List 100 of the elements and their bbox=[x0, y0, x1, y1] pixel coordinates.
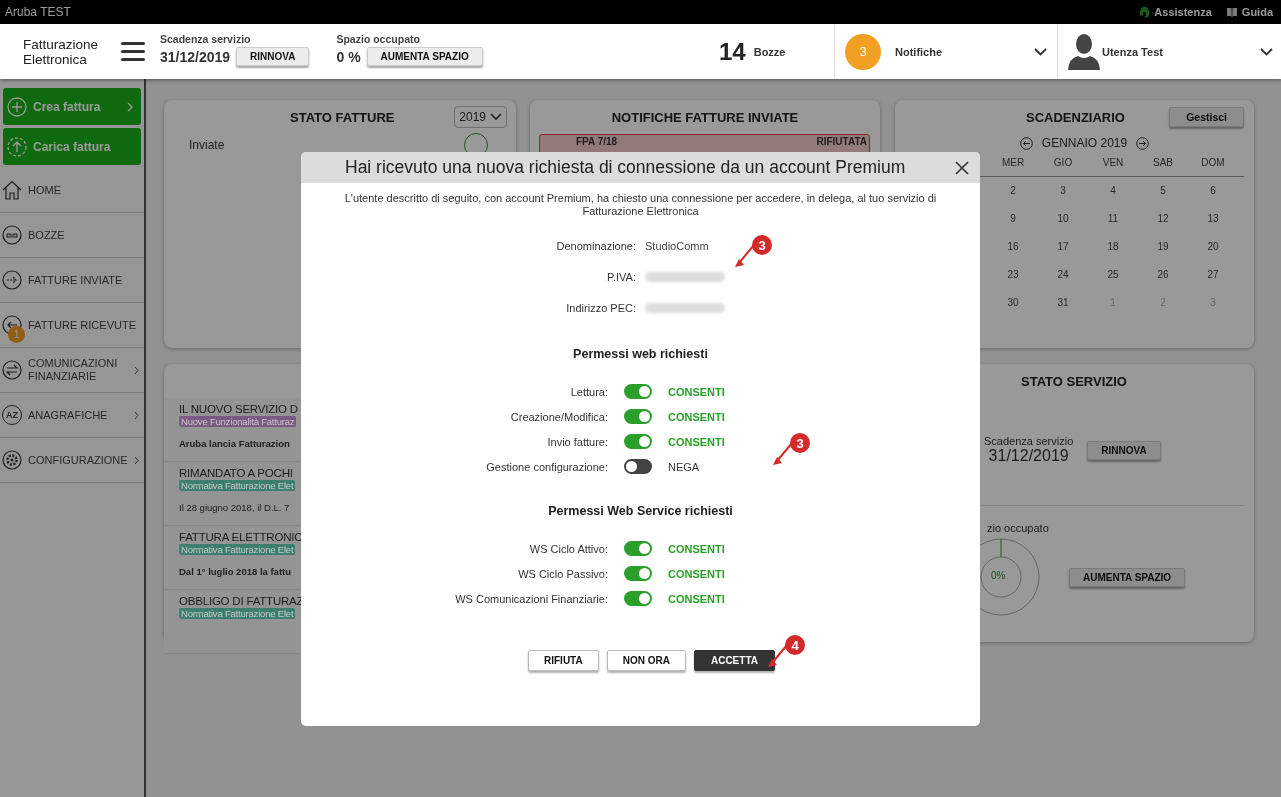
calendar-day[interactable]: 30 bbox=[988, 295, 1038, 323]
notification-count: 3 bbox=[845, 33, 881, 70]
top-link[interactable]: Guida bbox=[1225, 6, 1273, 18]
user-menu[interactable]: Utenza Test bbox=[1057, 24, 1281, 79]
calendar-day[interactable]: 10 bbox=[1038, 211, 1088, 239]
calendar-day[interactable]: 18 bbox=[1088, 239, 1138, 267]
news-title[interactable]: RIMANDATO A POCHI bbox=[179, 467, 293, 479]
calendar-day[interactable]: 2 bbox=[988, 183, 1038, 211]
calendar-day[interactable]: 9 bbox=[988, 211, 1038, 239]
toggle-switch[interactable] bbox=[624, 459, 652, 474]
chevron-down-icon bbox=[1034, 47, 1047, 56]
calendar-day[interactable]: 24 bbox=[1038, 267, 1088, 295]
weekday-label: DOM bbox=[1200, 157, 1226, 168]
dialog-button[interactable]: NON ORA bbox=[606, 650, 686, 671]
storage-label: Spazio occupato bbox=[336, 33, 421, 45]
news-title[interactable]: OBBLIGO DI FATTURAZ bbox=[179, 595, 304, 607]
tray-icon bbox=[2, 225, 22, 245]
permission-status: CONSENTI bbox=[668, 435, 726, 448]
toggle-switch[interactable] bbox=[624, 541, 652, 556]
calendar-day[interactable]: 31 bbox=[1038, 295, 1088, 323]
storage-value: 0 % bbox=[336, 48, 361, 65]
news-title[interactable]: IL NUOVO SERVIZIO D bbox=[179, 403, 298, 415]
next-month-icon[interactable] bbox=[1136, 136, 1150, 150]
count-badge: 1 bbox=[8, 326, 25, 343]
permission-label: Lettura: bbox=[569, 385, 608, 398]
settings-icon bbox=[2, 450, 22, 470]
calendar-day[interactable]: 17 bbox=[1038, 239, 1088, 267]
swap-icon bbox=[2, 360, 22, 380]
year-select[interactable]: 2019 bbox=[454, 106, 507, 128]
storage-label: zio occupato bbox=[986, 522, 1050, 534]
calendar-day[interactable]: 19 bbox=[1138, 239, 1188, 267]
toggle-switch[interactable] bbox=[624, 434, 652, 449]
permission-status: CONSENTI bbox=[668, 567, 726, 580]
calendar-day[interactable]: 13 bbox=[1188, 211, 1238, 239]
sidebar-item[interactable]: CONFIGURAZIONE bbox=[0, 438, 144, 483]
top-link[interactable]: Assistenza bbox=[1139, 6, 1212, 18]
notifications-label: Notifiche bbox=[895, 45, 944, 58]
expiry-date: 31/12/2019 bbox=[160, 48, 231, 65]
month-label: GENNAIO 2019 bbox=[1041, 136, 1128, 150]
manage-button[interactable]: Gestisci bbox=[1169, 107, 1244, 127]
user-name: Utenza Test bbox=[1102, 45, 1164, 58]
renew-button[interactable]: RINNOVA bbox=[1087, 440, 1161, 460]
calendar-day[interactable]: 5 bbox=[1138, 183, 1188, 211]
calendar-day[interactable]: 20 bbox=[1188, 239, 1238, 267]
expiry-date: 31/12/2019 bbox=[988, 447, 1069, 465]
sidebar-item[interactable]: COMUNICAZIONI FINANZIARIE bbox=[0, 348, 144, 393]
news-excerpt: Aruba lancia Fatturazion bbox=[179, 438, 290, 449]
field-value: StudioComm bbox=[645, 240, 709, 252]
sidebar-item[interactable]: HOME bbox=[0, 168, 144, 213]
permission-status: CONSENTI bbox=[668, 385, 726, 398]
weekday-label: VEN bbox=[1101, 157, 1125, 168]
calendar-day[interactable]: 12 bbox=[1138, 211, 1188, 239]
toggle-switch[interactable] bbox=[624, 566, 652, 581]
permission-label: WS Comunicazioni Finanziarie: bbox=[454, 592, 608, 605]
permission-label: Gestione configurazione: bbox=[485, 460, 608, 473]
renew-button[interactable]: RINNOVA bbox=[236, 47, 310, 66]
permission-status: CONSENTI bbox=[668, 542, 726, 555]
sidebar-item[interactable]: AZ ANAGRAFICHE bbox=[0, 393, 144, 438]
dialog-title: Hai ricevuto una nuova richiesta di connessione da un account Premium bbox=[345, 157, 906, 178]
drafts-label: Bozze bbox=[753, 45, 786, 58]
news-title[interactable]: FATTURA ELETTRONIC bbox=[179, 531, 303, 543]
calendar-day[interactable]: 25 bbox=[1088, 267, 1138, 295]
news-tag: Normativa Fatturazione Elet bbox=[179, 608, 296, 619]
book-icon bbox=[1225, 7, 1238, 17]
expiry-label: Scadenza servizio bbox=[984, 435, 1074, 447]
calendar-day[interactable]: 16 bbox=[988, 239, 1038, 267]
sidebar-item[interactable]: FATTURE RICEVUTE 1 bbox=[0, 303, 144, 348]
toggle-switch[interactable] bbox=[624, 384, 652, 399]
news-tag: Normativa Fatturazione Elet bbox=[179, 544, 296, 555]
chevron-down-icon bbox=[1260, 47, 1273, 56]
menu-icon[interactable] bbox=[121, 42, 145, 61]
chevron-right-icon bbox=[134, 410, 139, 420]
news-excerpt: Il 28 giugno 2018, il D.L. 7 bbox=[179, 502, 290, 513]
chevron-right-icon bbox=[134, 455, 139, 465]
calendar-day[interactable]: 23 bbox=[988, 267, 1038, 295]
notifications-menu[interactable]: 3 Notifiche bbox=[834, 24, 1057, 79]
increase-space-button[interactable]: AUMENTA SPAZIO bbox=[1069, 567, 1186, 587]
calendar-day[interactable]: 11 bbox=[1088, 211, 1138, 239]
increase-space-button[interactable]: AUMENTA SPAZIO bbox=[366, 47, 483, 66]
previous-month-icon[interactable] bbox=[1019, 136, 1033, 150]
calendar-day[interactable]: 6 bbox=[1188, 183, 1238, 211]
calendar-day[interactable]: 26 bbox=[1138, 267, 1188, 295]
field-label: P.IVA: bbox=[607, 271, 636, 283]
sidebar-item[interactable]: BOZZE bbox=[0, 213, 144, 258]
permission-status: CONSENTI bbox=[668, 592, 726, 605]
card-title: STATO FATTURE bbox=[290, 109, 395, 125]
toggle-switch[interactable] bbox=[624, 409, 652, 424]
chevron-right-icon bbox=[127, 101, 133, 112]
chevron-down-icon bbox=[490, 113, 502, 121]
calendar-day[interactable]: 27 bbox=[1188, 267, 1238, 295]
news-tag: Normativa Fatturazione Elet bbox=[179, 480, 296, 491]
close-icon[interactable] bbox=[955, 160, 969, 175]
sidebar-item[interactable]: FATTURE INVIATE bbox=[0, 258, 144, 303]
dialog-button[interactable]: RIFIUTA bbox=[528, 650, 599, 671]
calendar-day[interactable]: 4 bbox=[1088, 183, 1138, 211]
permission-status: CONSENTI bbox=[668, 410, 726, 423]
expiry-label: Scadenza servizio bbox=[160, 33, 252, 45]
toggle-switch[interactable] bbox=[624, 591, 652, 606]
dialog-button[interactable]: ACCETTA bbox=[693, 650, 775, 671]
calendar-day[interactable]: 3 bbox=[1038, 183, 1088, 211]
